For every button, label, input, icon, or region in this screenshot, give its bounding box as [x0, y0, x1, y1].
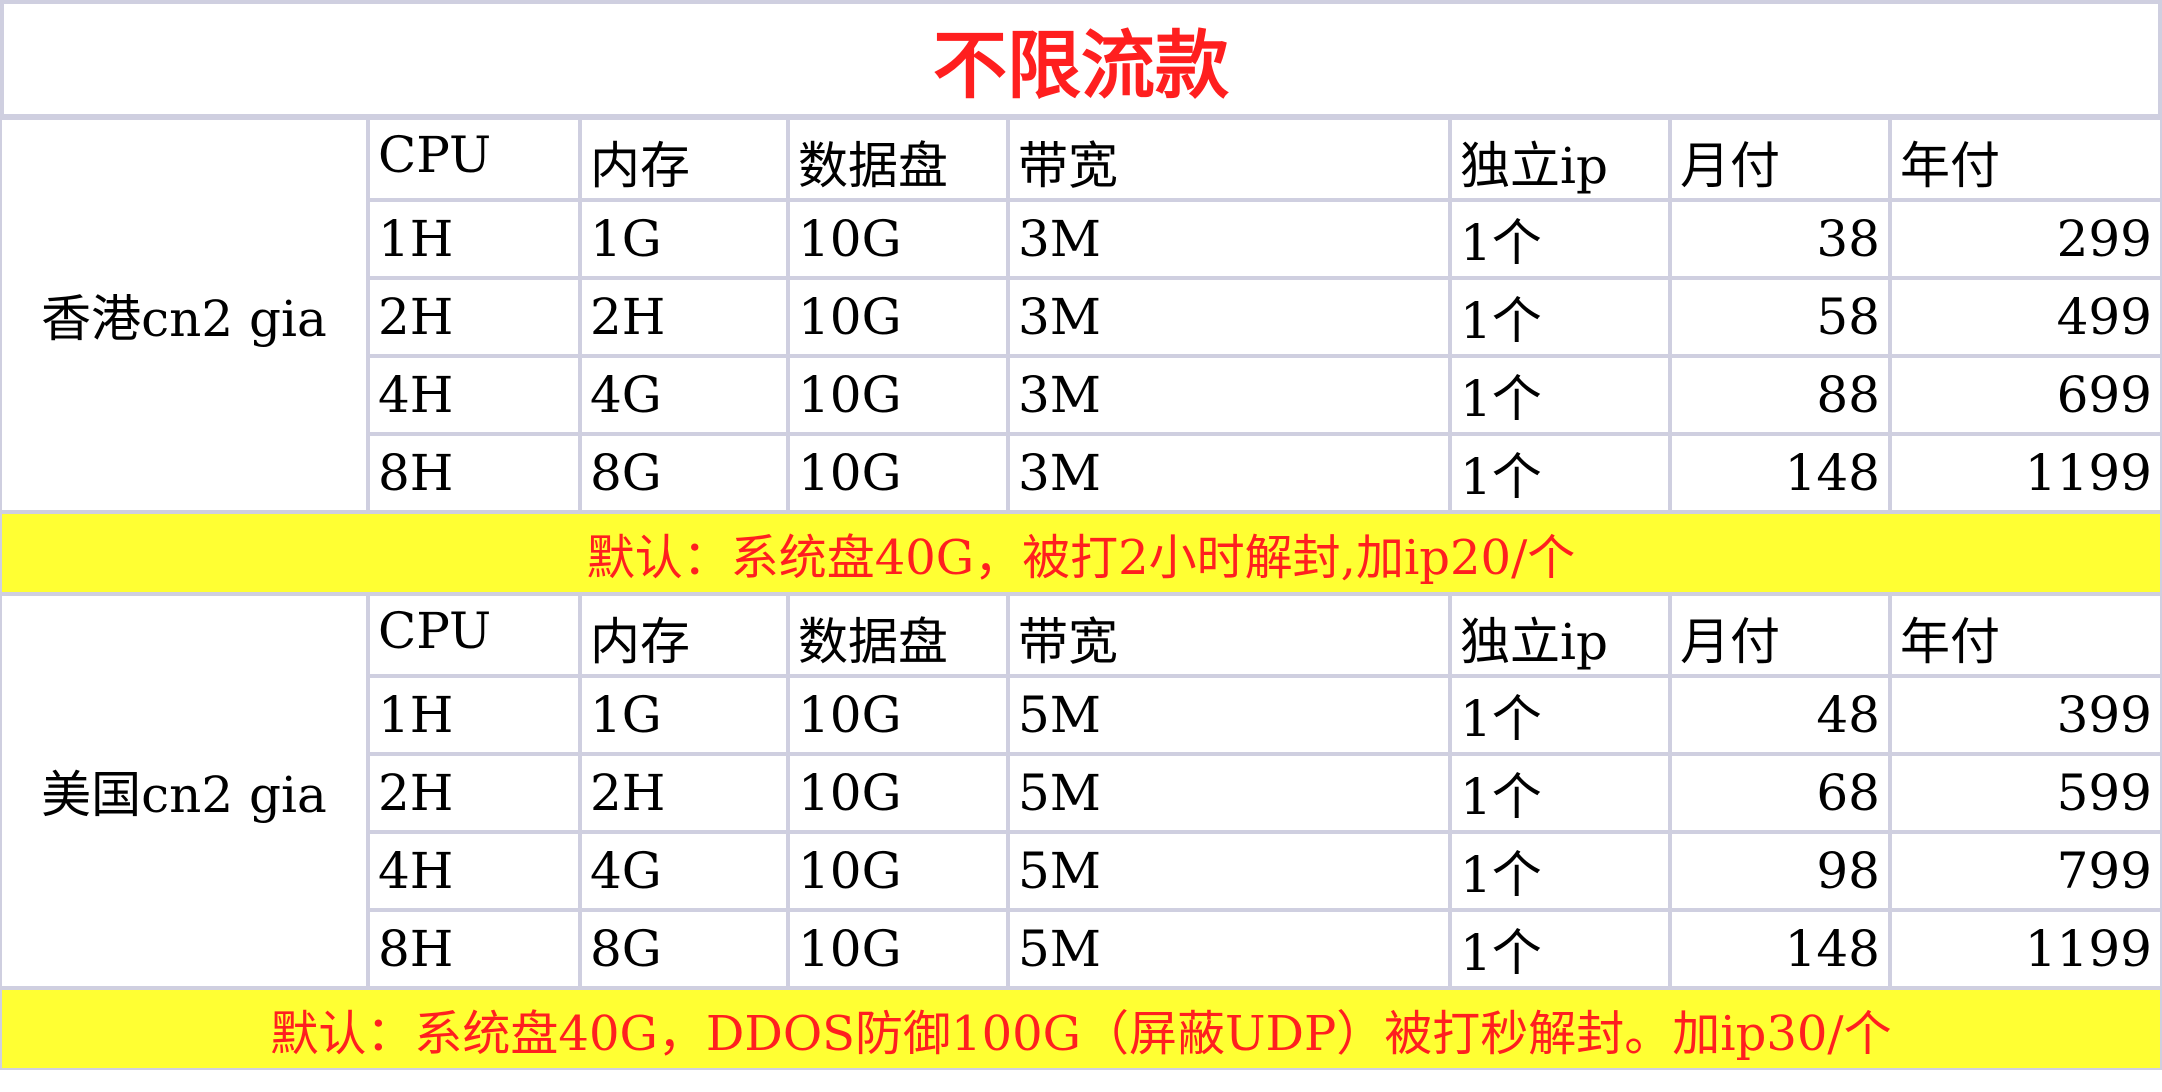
pricing-table: 不限流款 香港cn2 gia CPU 内存 数据盘 带宽 独立ip 月付 年付 1H 1G 10G 3…: [0, 0, 2162, 1070]
column-header: 内存: [580, 118, 788, 200]
note-row: 默认：系统盘40G，DDOS防御100G（屏蔽UDP）被打秒解封。加ip30/个: [0, 988, 2162, 1070]
table-cell: 148: [1670, 910, 1890, 988]
table-cell: 3M: [1008, 278, 1450, 356]
column-header: 独立ip: [1450, 594, 1670, 676]
table-cell: 1199: [1890, 910, 2162, 988]
section-note: 默认：系统盘40G，DDOS防御100G（屏蔽UDP）被打秒解封。加ip30/个: [0, 988, 2162, 1070]
table-cell: 1个: [1450, 434, 1670, 512]
table-cell: 4G: [580, 832, 788, 910]
column-header: 月付: [1670, 118, 1890, 200]
table-cell: 699: [1890, 356, 2162, 434]
table-cell: 1个: [1450, 200, 1670, 278]
table-cell: 10G: [788, 434, 1008, 512]
table-cell: 98: [1670, 832, 1890, 910]
column-header: CPU: [368, 594, 580, 676]
header-row: 香港cn2 gia CPU 内存 数据盘 带宽 独立ip 月付 年付: [0, 118, 2162, 512]
table-cell: 5M: [1008, 832, 1450, 910]
table-cell: 8G: [580, 434, 788, 512]
table-cell: 48: [1670, 676, 1890, 754]
table-cell: 10G: [788, 676, 1008, 754]
table-cell: 2H: [368, 754, 580, 832]
table-cell: 299: [1890, 200, 2162, 278]
section-note: 默认：系统盘40G，被打2小时解封,加ip20/个: [0, 512, 2162, 594]
table-cell: 4H: [368, 356, 580, 434]
table-cell: 399: [1890, 676, 2162, 754]
column-header: 年付: [1890, 594, 2162, 676]
table-cell: 1199: [1890, 434, 2162, 512]
table-cell: 3M: [1008, 434, 1450, 512]
column-header: 内存: [580, 594, 788, 676]
table-cell: 2H: [580, 754, 788, 832]
column-header: 月付: [1670, 594, 1890, 676]
table-cell: 1个: [1450, 278, 1670, 356]
table-cell: 1H: [368, 200, 580, 278]
column-header: 数据盘: [788, 118, 1008, 200]
table-cell: 8G: [580, 910, 788, 988]
table-cell: 3M: [1008, 200, 1450, 278]
column-header: CPU: [368, 118, 580, 200]
table-cell: 1个: [1450, 676, 1670, 754]
region-label: 香港cn2 gia: [0, 118, 368, 512]
table-cell: 1G: [580, 676, 788, 754]
note-row: 默认：系统盘40G，被打2小时解封,加ip20/个: [0, 512, 2162, 594]
region-label: 美国cn2 gia: [0, 594, 368, 988]
table-cell: 799: [1890, 832, 2162, 910]
table-cell: 2H: [580, 278, 788, 356]
table-cell: 10G: [788, 356, 1008, 434]
title-row: 不限流款: [0, 0, 2162, 118]
table-cell: 8H: [368, 910, 580, 988]
table-cell: 5M: [1008, 676, 1450, 754]
page-title: 不限流款: [0, 0, 2162, 118]
column-header: 带宽: [1008, 118, 1450, 200]
table-cell: 10G: [788, 910, 1008, 988]
table-cell: 1个: [1450, 832, 1670, 910]
table-cell: 499: [1890, 278, 2162, 356]
table-cell: 38: [1670, 200, 1890, 278]
table-cell: 68: [1670, 754, 1890, 832]
column-header: 年付: [1890, 118, 2162, 200]
table-cell: 1个: [1450, 754, 1670, 832]
table-cell: 8H: [368, 434, 580, 512]
table-cell: 5M: [1008, 754, 1450, 832]
table-cell: 10G: [788, 832, 1008, 910]
table-cell: 1G: [580, 200, 788, 278]
table-cell: 2H: [368, 278, 580, 356]
table-cell: 58: [1670, 278, 1890, 356]
table-cell: 4G: [580, 356, 788, 434]
table-cell: 3M: [1008, 356, 1450, 434]
table-cell: 4H: [368, 832, 580, 910]
table-cell: 10G: [788, 278, 1008, 356]
table-cell: 5M: [1008, 910, 1450, 988]
table-cell: 148: [1670, 434, 1890, 512]
table-cell: 599: [1890, 754, 2162, 832]
table-cell: 1个: [1450, 356, 1670, 434]
header-row: 美国cn2 gia CPU 内存 数据盘 带宽 独立ip 月付 年付: [0, 594, 2162, 988]
table-cell: 1H: [368, 676, 580, 754]
column-header: 数据盘: [788, 594, 1008, 676]
column-header: 带宽: [1008, 594, 1450, 676]
table-cell: 1个: [1450, 910, 1670, 988]
table-cell: 88: [1670, 356, 1890, 434]
column-header: 独立ip: [1450, 118, 1670, 200]
table-cell: 10G: [788, 200, 1008, 278]
table-cell: 10G: [788, 754, 1008, 832]
